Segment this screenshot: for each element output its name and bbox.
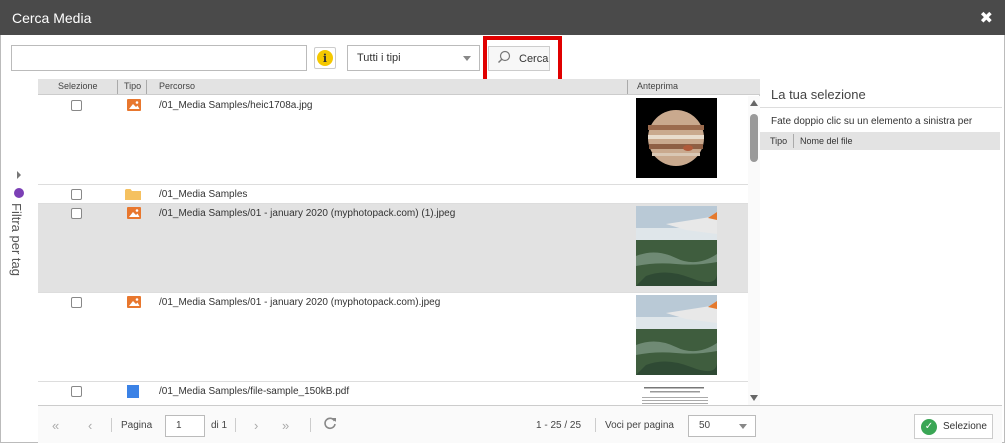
table-row[interactable]: /01_Media Samples/01 - january 2020 (myp… bbox=[38, 293, 748, 382]
page-input[interactable]: 1 bbox=[165, 415, 205, 437]
table-row[interactable]: /01_Media Samples/file-sample_150kB.pdf bbox=[38, 382, 748, 405]
row-path: /01_Media Samples/01 - january 2020 (myp… bbox=[159, 297, 441, 308]
media-grid: Selezione Tipo Percorso Anteprima /01_Me… bbox=[38, 79, 760, 405]
dialog-title: Cerca Media bbox=[12, 9, 92, 26]
row-checkbox[interactable] bbox=[71, 100, 82, 111]
row-checkbox[interactable] bbox=[71, 189, 82, 200]
image-icon bbox=[127, 207, 141, 219]
range-text: 1 - 25 / 25 bbox=[536, 420, 582, 431]
close-icon[interactable]: ✖ bbox=[980, 8, 993, 28]
check-icon: ✓ bbox=[921, 418, 937, 435]
column-preview[interactable]: Anteprima bbox=[637, 81, 678, 91]
preview-thumbnail[interactable] bbox=[636, 295, 717, 375]
row-checkbox[interactable] bbox=[71, 297, 82, 308]
scroll-up-icon[interactable] bbox=[750, 100, 758, 106]
row-path: /01_Media Samples bbox=[159, 189, 248, 200]
selection-title: La tua selezione bbox=[771, 87, 866, 102]
preview-thumbnail[interactable] bbox=[636, 98, 717, 178]
row-path: /01_Media Samples/01 - january 2020 (myp… bbox=[159, 208, 456, 219]
dialog-titlebar: Cerca Media ✖ bbox=[0, 0, 1005, 35]
row-checkbox[interactable] bbox=[71, 386, 82, 397]
selection-hint: Fate doppio clic su un elemento a sinist… bbox=[771, 116, 973, 127]
grid-scrollbar[interactable] bbox=[748, 96, 760, 405]
column-selection[interactable]: Selezione bbox=[58, 81, 98, 91]
info-icon: i bbox=[317, 50, 333, 66]
info-button[interactable]: i bbox=[314, 47, 336, 69]
select-button[interactable]: ✓ Selezione bbox=[914, 414, 993, 439]
page-label: Pagina bbox=[121, 420, 153, 431]
type-filter-select[interactable]: Tutti i tipi bbox=[347, 45, 480, 71]
row-path: /01_Media Samples/heic1708a.jpg bbox=[159, 100, 313, 111]
search-input[interactable] bbox=[11, 45, 307, 71]
table-row[interactable]: /01_Media Samples/01 - january 2020 (myp… bbox=[38, 204, 748, 293]
select-button-label: Selezione bbox=[943, 421, 987, 432]
column-path[interactable]: Percorso bbox=[159, 81, 195, 91]
row-checkbox[interactable] bbox=[71, 208, 82, 219]
first-page-icon[interactable]: « bbox=[52, 418, 59, 433]
pagination-bar: « ‹ Pagina 1 di 1 › » 1 - 25 / 25 Voci p… bbox=[38, 405, 760, 443]
preview-thumbnail[interactable] bbox=[636, 206, 717, 286]
column-type[interactable]: Tipo bbox=[124, 81, 141, 91]
scrollbar-thumb[interactable] bbox=[750, 114, 758, 162]
scroll-down-icon[interactable] bbox=[750, 395, 758, 401]
table-row[interactable]: /01_Media Samples/heic1708a.jpg bbox=[38, 96, 748, 185]
image-icon bbox=[127, 296, 141, 308]
per-page-select[interactable]: 50 bbox=[688, 415, 756, 437]
chevron-down-icon bbox=[463, 56, 471, 61]
column-filename[interactable]: Nome del file bbox=[800, 136, 853, 146]
image-icon bbox=[127, 99, 141, 111]
per-page-label: Voci per pagina bbox=[605, 420, 674, 431]
grid-header: Selezione Tipo Percorso Anteprima bbox=[38, 79, 760, 95]
page-of-label: di 1 bbox=[211, 420, 228, 431]
selection-footer: ✓ Selezione bbox=[760, 405, 1002, 443]
refresh-icon[interactable] bbox=[323, 416, 337, 433]
per-page-value: 50 bbox=[699, 420, 711, 431]
tag-filter-label[interactable]: Filtra per tag bbox=[9, 203, 24, 276]
column-type[interactable]: Tipo bbox=[770, 136, 787, 146]
row-path: /01_Media Samples/file-sample_150kB.pdf bbox=[159, 386, 350, 397]
table-row[interactable]: /01_Media Samples bbox=[38, 185, 748, 204]
pdf-icon bbox=[127, 385, 139, 398]
selection-header: Tipo Nome del file bbox=[760, 132, 1000, 150]
chevron-down-icon bbox=[739, 424, 747, 429]
type-filter-value: Tutti i tipi bbox=[357, 52, 401, 64]
tag-filter-panel[interactable]: Filtra per tag bbox=[0, 79, 38, 443]
tag-icon bbox=[14, 188, 24, 198]
next-page-icon[interactable]: › bbox=[254, 418, 258, 433]
prev-page-icon[interactable]: ‹ bbox=[88, 418, 92, 433]
expand-arrow-icon[interactable] bbox=[17, 171, 21, 179]
folder-icon bbox=[125, 188, 141, 200]
last-page-icon[interactable]: » bbox=[282, 418, 289, 433]
selection-panel: La tua selezione Fate doppio clic su un … bbox=[760, 79, 1002, 443]
preview-thumbnail[interactable] bbox=[636, 384, 717, 405]
